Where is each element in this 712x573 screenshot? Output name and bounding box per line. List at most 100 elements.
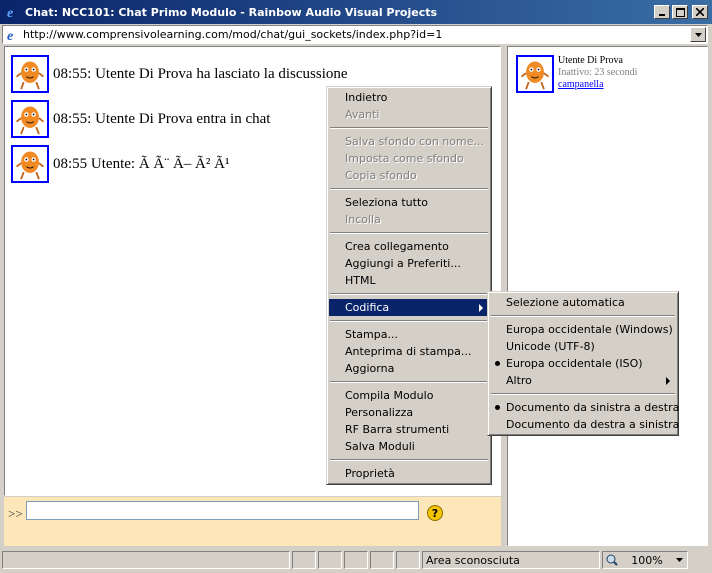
avatar-icon (11, 55, 49, 93)
menu-item-label: Europa occidentale (Windows) (506, 323, 673, 336)
minimize-button[interactable] (654, 5, 670, 19)
menu-item-label: Crea collegamento (345, 240, 449, 253)
avatar-icon (11, 145, 49, 183)
menu-item-label: Compila Modulo (345, 389, 434, 402)
menu-item[interactable]: Indietro (329, 89, 489, 106)
svg-text:e: e (7, 29, 13, 43)
menu-item-label: HTML (345, 274, 376, 287)
menu-item-label: Unicode (UTF-8) (506, 340, 595, 353)
chevron-down-icon (694, 32, 702, 37)
status-cell (396, 551, 420, 569)
menu-item-label: Copia sfondo (345, 169, 417, 182)
user-list-item: Utente Di Prova Inattivo: 23 secondi cam… (516, 55, 637, 93)
status-text-cell (2, 551, 290, 569)
menu-item[interactable]: Europa occidentale (ISO) (490, 355, 676, 372)
menu-item-label: Salva Moduli (345, 440, 415, 453)
menu-item[interactable]: HTML (329, 272, 489, 289)
avatar-icon (11, 100, 49, 138)
menu-separator (330, 232, 488, 234)
menu-item[interactable]: Crea collegamento (329, 238, 489, 255)
menu-item[interactable]: Aggiorna (329, 360, 489, 377)
maximize-icon (675, 7, 685, 17)
menu-item-label: Selezione automatica (506, 296, 625, 309)
minimize-icon (659, 14, 665, 16)
submenu-arrow-icon (666, 377, 670, 385)
menu-item-label: Personalizza (345, 406, 414, 419)
menu-item-label: Proprietà (345, 467, 395, 480)
menu-separator (330, 127, 488, 129)
menu-item-label: RF Barra strumenti (345, 423, 450, 436)
menu-item-label: Stampa... (345, 328, 398, 341)
menu-item-label: Europa occidentale (ISO) (506, 357, 643, 370)
menu-item-label: Indietro (345, 91, 388, 104)
menu-item[interactable]: Altro (490, 372, 676, 389)
close-button[interactable] (692, 5, 708, 19)
menu-item[interactable]: Compila Modulo (329, 387, 489, 404)
menu-item: Imposta come sfondo (329, 150, 489, 167)
menu-item-label: Codifica (345, 301, 390, 314)
menu-item-label: Incolla (345, 213, 381, 226)
menu-separator (330, 381, 488, 383)
message-text: 08:55 Utente: Ã Ã¨ Ã– Ã² Ã¹ (53, 155, 230, 172)
status-bar: Area sconosciuta 100% (0, 549, 712, 571)
menu-item-label: Avanti (345, 108, 380, 121)
chat-input[interactable] (26, 501, 419, 520)
menu-item-label: Documento da destra a sinistra (506, 418, 680, 431)
message-text: 08:55: Utente Di Prova entra in chat (53, 110, 271, 127)
address-dropdown-button[interactable] (690, 27, 706, 42)
menu-item[interactable]: Selezione automatica (490, 294, 676, 311)
menu-item: Incolla (329, 211, 489, 228)
menu-item[interactable]: Personalizza (329, 404, 489, 421)
input-prompt: >> (8, 506, 23, 521)
status-cell (292, 551, 316, 569)
context-menu: Indietro Avanti Salva sfondo con nome... Im… (326, 86, 492, 485)
address-bar[interactable]: e http://www.comprensivolearning.com/mod… (2, 25, 708, 44)
radio-bullet-icon (495, 405, 500, 410)
menu-separator (491, 393, 675, 395)
menu-separator (330, 320, 488, 322)
menu-item-label: Aggiorna (345, 362, 395, 375)
status-cell (318, 551, 342, 569)
submenu-arrow-icon (479, 304, 483, 312)
maximize-button[interactable] (672, 5, 688, 19)
help-icon: ? (431, 506, 439, 520)
user-status: Inattivo: 23 secondi (558, 67, 638, 78)
window-title: Chat: NCC101: Chat Primo Modulo - Rainbo… (25, 5, 438, 19)
chevron-down-icon (675, 558, 683, 562)
menu-separator (330, 459, 488, 461)
menu-item[interactable]: Seleziona tutto (329, 194, 489, 211)
menu-item[interactable]: Unicode (UTF-8) (490, 338, 676, 355)
menu-item[interactable]: Documento da sinistra a destra (490, 399, 680, 416)
zoom-icon (606, 554, 618, 566)
menu-item[interactable]: Anteprima di stampa... (329, 343, 489, 360)
menu-item[interactable]: Codifica (329, 299, 489, 316)
chat-input-area: >> ? (4, 497, 501, 546)
menu-item-label: Seleziona tutto (345, 196, 428, 209)
menu-item-label: Anteprima di stampa... (345, 345, 472, 358)
help-button[interactable]: ? (427, 505, 443, 521)
menu-separator (491, 315, 675, 317)
menu-item[interactable]: RF Barra strumenti (329, 421, 489, 438)
menu-item[interactable]: Stampa... (329, 326, 489, 343)
page-icon: e (7, 29, 13, 43)
menu-separator (330, 293, 488, 295)
svg-text:e: e (7, 6, 13, 20)
menu-item: Salva sfondo con nome... (329, 133, 489, 150)
zoom-control[interactable]: 100% (602, 551, 688, 569)
menu-item-label: Salva sfondo con nome... (345, 135, 484, 148)
menu-item[interactable]: Salva Moduli (329, 438, 489, 455)
menu-item-label: Aggiungi a Preferiti... (345, 257, 461, 270)
menu-item[interactable]: Proprietà (329, 465, 489, 482)
bell-link[interactable]: campanella (558, 79, 637, 91)
security-zone: Area sconosciuta (422, 551, 600, 569)
address-url[interactable]: http://www.comprensivolearning.com/mod/c… (23, 28, 690, 41)
encoding-submenu: Selezione automatica Europa occidentale (… (487, 291, 679, 436)
menu-item-label: Documento da sinistra a destra (506, 401, 680, 414)
menu-item-label: Altro (506, 374, 532, 387)
menu-item[interactable]: Aggiungi a Preferiti... (329, 255, 489, 272)
close-icon (696, 8, 704, 16)
status-cell (370, 551, 394, 569)
menu-item[interactable]: Europa occidentale (Windows) (490, 321, 676, 338)
chat-message: 08:55: Utente Di Prova entra in chat (11, 100, 270, 138)
menu-item[interactable]: Documento da destra a sinistra (490, 416, 680, 433)
